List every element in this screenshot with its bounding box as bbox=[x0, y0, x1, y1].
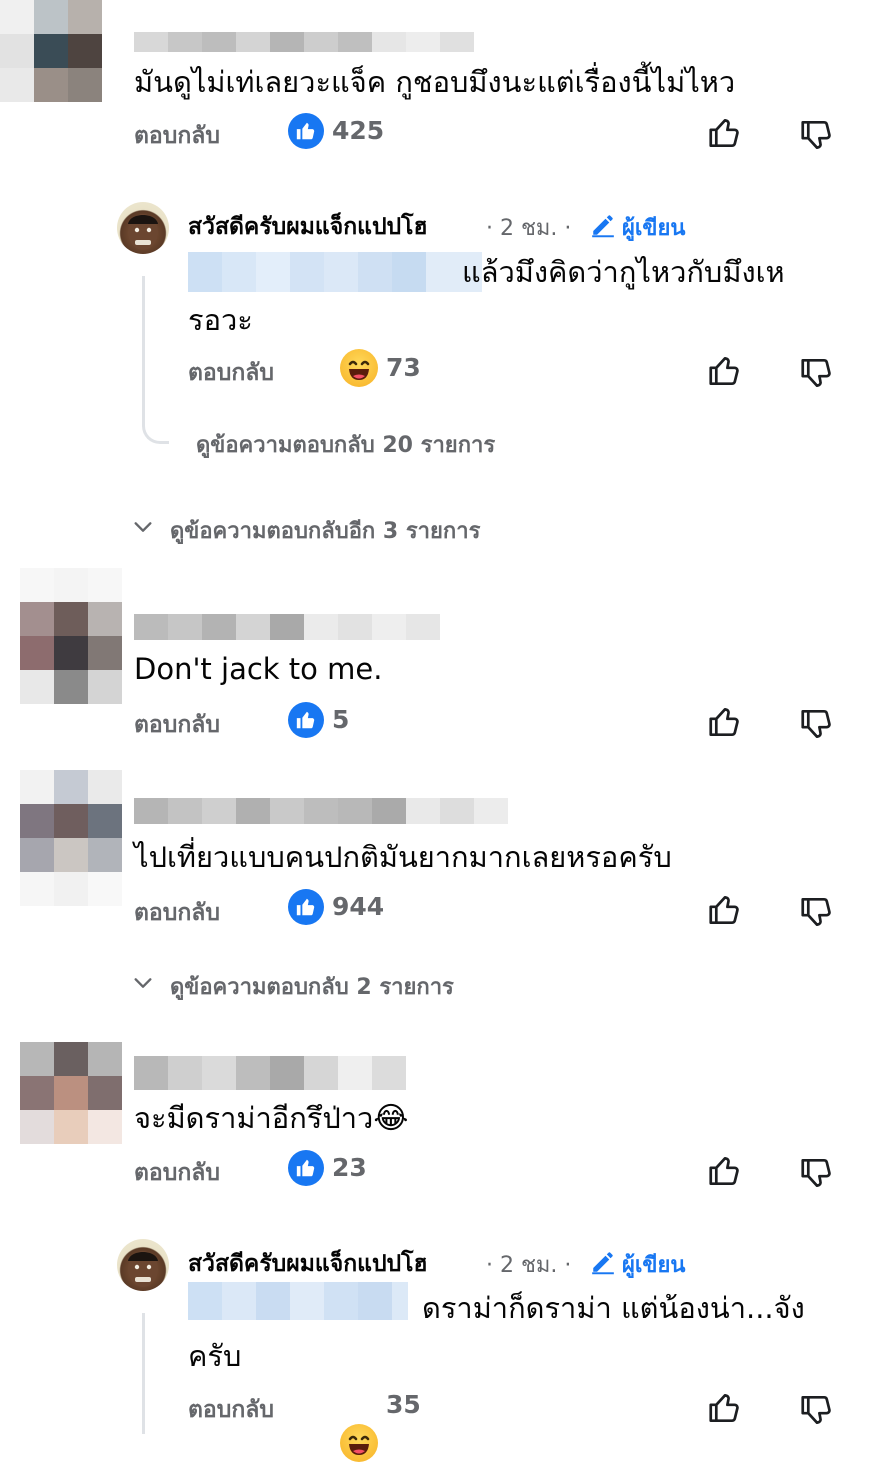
reply-button[interactable]: ตอบกลับ bbox=[188, 355, 274, 391]
thumbs-down-icon[interactable] bbox=[798, 1391, 836, 1433]
avatar-blurred-row bbox=[20, 670, 122, 704]
mention-tag-blurred[interactable] bbox=[188, 252, 482, 292]
commenter-name-blurred[interactable] bbox=[134, 1056, 406, 1090]
more-replies-link[interactable]: ดูข้อความตอบกลับอีก 3 รายการ bbox=[170, 513, 480, 548]
timestamp: · 2 ชม. · bbox=[486, 1253, 572, 1278]
reaction-count: 35 bbox=[386, 1390, 421, 1419]
thumbs-down-icon[interactable] bbox=[798, 116, 836, 158]
avatar-blurred[interactable] bbox=[20, 770, 122, 872]
like-reaction-icon[interactable] bbox=[288, 702, 324, 738]
chevron-down-icon[interactable] bbox=[132, 516, 154, 542]
author-badge: ผู้เขียน bbox=[622, 216, 686, 241]
timestamp-text: 2 ชม. bbox=[500, 1253, 558, 1278]
reaction-count: 23 bbox=[332, 1153, 367, 1182]
author-name[interactable]: สวัสดีครับผมแจ็กแปปโฮ bbox=[188, 209, 428, 245]
like-reaction-icon[interactable] bbox=[288, 1150, 324, 1186]
thumbs-down-icon[interactable] bbox=[798, 893, 836, 935]
reply-button[interactable]: ตอบกลับ bbox=[134, 895, 220, 931]
thumbs-down-icon[interactable] bbox=[798, 705, 836, 747]
reaction-count: 73 bbox=[386, 353, 421, 382]
reaction-count: 5 bbox=[332, 705, 350, 734]
reply-text-line1: แล้วมึงคิดว่ากูไหวกับมึงเห bbox=[462, 255, 785, 289]
reaction-count: 425 bbox=[332, 116, 385, 145]
haha-reaction-icon[interactable] bbox=[340, 349, 378, 387]
mention-tag-blurred[interactable] bbox=[188, 1282, 408, 1320]
thumbs-up-icon[interactable] bbox=[706, 114, 744, 156]
view-replies-link[interactable]: ดูข้อความตอบกลับ 20 รายการ bbox=[196, 427, 495, 462]
author-avatar[interactable] bbox=[117, 202, 169, 254]
comment-text: มันดูไม่เท่เลยวะแจ็ค กูชอบมึงนะแต่เรื่อง… bbox=[134, 65, 736, 99]
laughing-emoji: 😂 bbox=[373, 1101, 409, 1136]
commenter-name-blurred[interactable] bbox=[134, 32, 474, 52]
timestamp: · 2 ชม. · bbox=[486, 216, 572, 241]
avatar-blurred-row bbox=[20, 872, 122, 906]
reply-button[interactable]: ตอบกลับ bbox=[134, 707, 220, 743]
thumbs-up-icon[interactable] bbox=[706, 703, 744, 745]
comment-text: Don't jack to me. bbox=[134, 652, 383, 686]
comment-text: จะมีดราม่าอีกรึป่าว😂 bbox=[134, 1094, 408, 1143]
commenter-name-blurred[interactable] bbox=[134, 614, 440, 640]
like-reaction-icon[interactable] bbox=[288, 113, 324, 149]
reply-text-line2: ครับ bbox=[188, 1339, 242, 1373]
comment-text-content: จะมีดราม่าอีกรึป่าว bbox=[134, 1101, 374, 1135]
comment-text: ไปเที่ยวแบบคนปกติมันยากมากเลยหรอครับ bbox=[134, 840, 672, 874]
thumbs-up-icon[interactable] bbox=[706, 1152, 744, 1194]
thumbs-up-icon[interactable] bbox=[706, 1389, 744, 1431]
thumbs-down-icon[interactable] bbox=[798, 1154, 836, 1196]
reaction-count: 944 bbox=[332, 892, 385, 921]
reply-button[interactable]: ตอบกลับ bbox=[188, 1392, 274, 1428]
author-badge: ผู้เขียน bbox=[622, 1253, 686, 1278]
more-replies-link[interactable]: ดูข้อความตอบกลับ 2 รายการ bbox=[170, 969, 454, 1004]
reply-button[interactable]: ตอบกลับ bbox=[134, 118, 220, 154]
author-avatar[interactable] bbox=[117, 1239, 169, 1291]
thumbs-up-icon[interactable] bbox=[706, 891, 744, 933]
timestamp-text: 2 ชม. bbox=[500, 216, 558, 241]
avatar-blurred[interactable] bbox=[0, 0, 102, 102]
author-name[interactable]: สวัสดีครับผมแจ็กแปปโฮ bbox=[188, 1246, 428, 1282]
thread-line bbox=[142, 276, 169, 444]
chevron-down-icon[interactable] bbox=[132, 972, 154, 998]
thumbs-up-icon[interactable] bbox=[706, 352, 744, 394]
like-reaction-icon[interactable] bbox=[288, 889, 324, 925]
thread-line bbox=[142, 1313, 146, 1434]
commenter-name-blurred[interactable] bbox=[134, 798, 508, 824]
avatar-blurred[interactable] bbox=[20, 568, 122, 670]
pencil-icon bbox=[590, 212, 616, 242]
reply-button[interactable]: ตอบกลับ bbox=[134, 1155, 220, 1191]
haha-reaction-icon[interactable] bbox=[340, 1424, 378, 1462]
pencil-icon bbox=[590, 1249, 616, 1279]
thumbs-down-icon[interactable] bbox=[798, 354, 836, 396]
avatar-blurred[interactable] bbox=[20, 1042, 122, 1144]
reply-text-line1: ดราม่าก็ดราม่า แต่น้องน่า...จัง bbox=[422, 1291, 805, 1325]
reply-text-line2: รอวะ bbox=[188, 303, 253, 337]
